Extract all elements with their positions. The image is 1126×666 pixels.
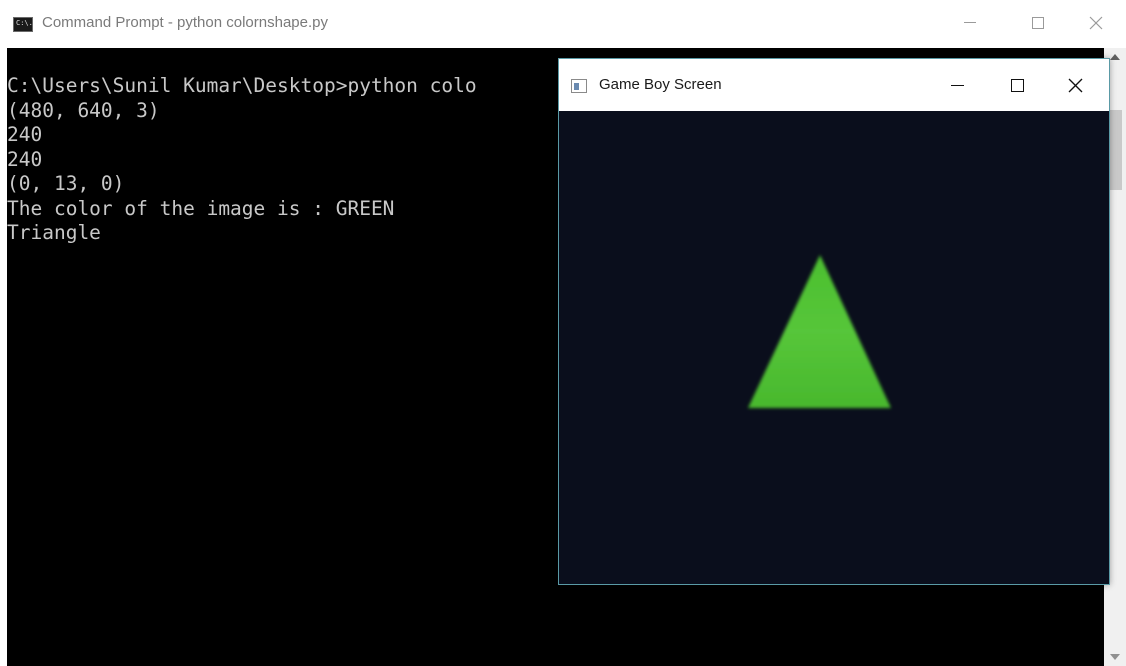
gameboy-close-button[interactable] [1055,69,1095,103]
screen-image [559,111,1109,584]
cmd-titlebar[interactable]: C:\. Command Prompt - python colornshape… [0,0,1126,48]
console-line: (480, 640, 3) [7,98,160,122]
console-line: Triangle [7,221,101,244]
console-lines: C:\Users\Sunil Kumar\Desktop>python colo… [7,74,477,246]
console-line: The color of the image is : GREEN [7,196,395,220]
cmd-minimize-button[interactable] [950,8,990,38]
minimize-icon [964,22,976,24]
minimize-icon [950,85,964,87]
console-line: C:\Users\Sunil Kumar\Desktop>python colo [7,74,477,97]
window-icon-pane [574,83,579,90]
window-icon[interactable] [571,79,587,93]
scrollbar-thumb[interactable] [1108,110,1122,190]
gameboy-window-title: Game Boy Screen [599,76,722,93]
console-line: (0, 13, 0) [7,172,125,195]
gameboy-screen-canvas [559,111,1109,584]
gameboy-titlebar[interactable]: Game Boy Screen [559,59,1109,111]
scroll-up-icon[interactable] [1110,54,1120,60]
scroll-down-icon[interactable] [1110,654,1120,660]
console-line: 240 [7,123,43,146]
maximize-icon [1032,16,1044,29]
maximize-icon [1010,79,1024,93]
gameboy-minimize-button[interactable] [937,69,977,103]
game-boy-screen-window: Game Boy Screen [558,58,1110,585]
close-icon [1068,78,1082,93]
close-icon [1089,16,1103,30]
cmd-window-title: Command Prompt - python colornshape.py [42,14,328,31]
cmd-maximize-button[interactable] [1018,8,1058,38]
cmd-close-button[interactable] [1076,8,1116,38]
cmd-icon-text: C:\. [16,19,33,27]
gameboy-maximize-button[interactable] [997,69,1037,103]
cmd-icon[interactable]: C:\. [13,17,33,32]
console-line: 240 [7,147,43,171]
